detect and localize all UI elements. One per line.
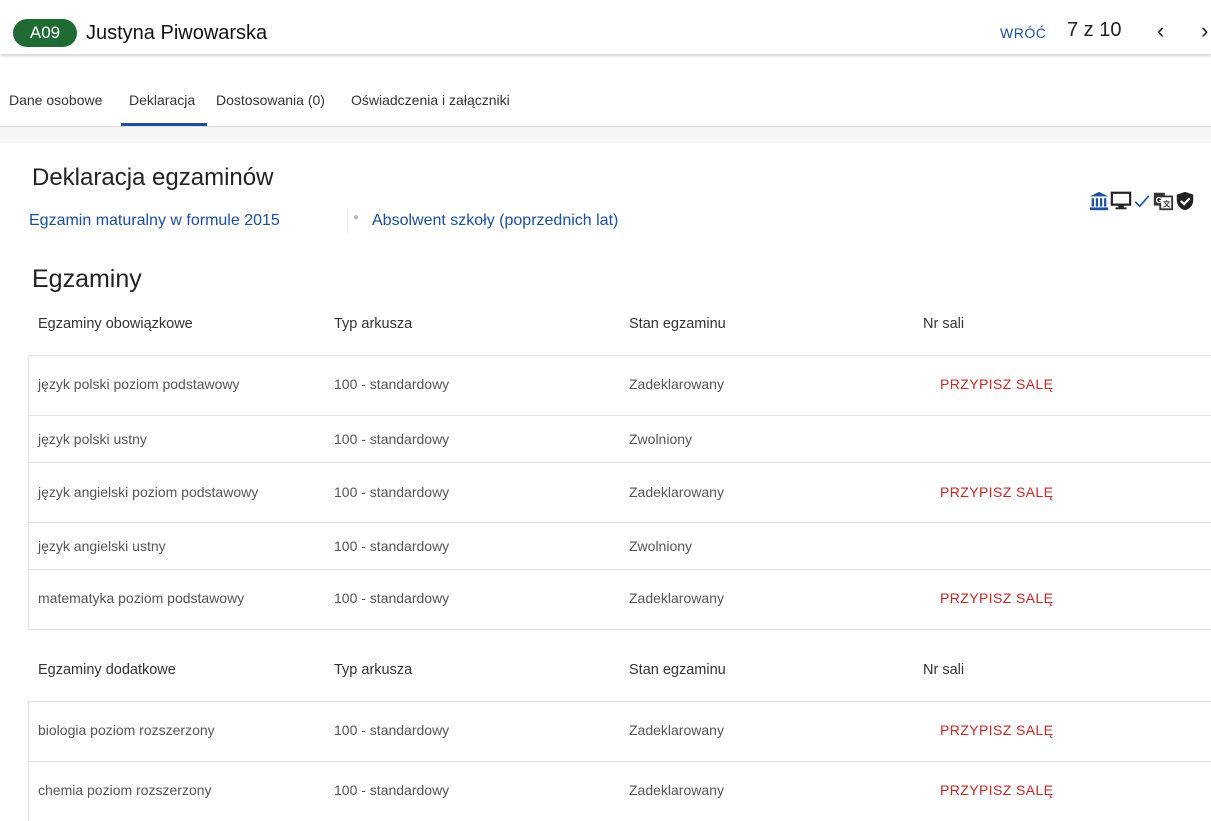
column-header-room: Nr sali	[923, 662, 965, 678]
assign-room-button[interactable]: PRZYPISZ SALĘ	[940, 484, 1053, 500]
assign-room-button[interactable]: PRZYPISZ SALĘ	[940, 722, 1053, 738]
cell-sheet-type: 100 - standardowy	[334, 376, 450, 392]
tab-bar: Dane osobowe Deklaracja Dostosowania (0)…	[0, 82, 1211, 127]
cell-subject: język polski ustny	[38, 431, 147, 447]
cell-subject: język polski poziom podstawowy	[38, 376, 240, 392]
cell-subject: chemia poziom rozszerzony	[38, 782, 212, 798]
table-row: język angielski poziom podstawowy 100 - …	[28, 463, 1211, 523]
column-header-room: Nr sali	[923, 316, 965, 332]
cell-exam-status: Zadeklarowany	[629, 782, 724, 798]
cell-exam-status: Zadeklarowany	[629, 484, 724, 500]
svg-text:G: G	[1156, 196, 1162, 205]
column-header-subject: Egzaminy dodatkowe	[38, 662, 176, 678]
table-row: język polski ustny 100 - standardowy Zwo…	[28, 416, 1211, 463]
cell-subject: język angielski ustny	[38, 538, 166, 554]
bank-icon	[1089, 191, 1109, 211]
table-row: język polski poziom podstawowy 100 - sta…	[28, 356, 1211, 416]
back-button[interactable]: WRÓĆ	[1000, 25, 1046, 41]
table-row: matematyka poziom podstawowy 100 - stand…	[28, 570, 1211, 630]
cell-exam-status: Zadeklarowany	[629, 376, 724, 392]
active-tab-indicator	[121, 123, 207, 126]
cell-subject: biologia poziom rozszerzony	[38, 722, 215, 738]
column-header-subject: Egzaminy obowiązkowe	[38, 316, 193, 332]
cell-exam-status: Zadeklarowany	[629, 722, 724, 738]
table-header: Egzaminy dodatkowe Typ arkusza Stan egza…	[28, 643, 1211, 702]
cell-sheet-type: 100 - standardowy	[334, 431, 450, 447]
mandatory-exams-table: Egzaminy obowiązkowe Typ arkusza Stan eg…	[28, 297, 1211, 630]
tab-declaration[interactable]: Deklaracja	[129, 92, 195, 108]
separator-dot: ●	[353, 212, 360, 223]
svg-text:文: 文	[1162, 200, 1171, 209]
cell-exam-status: Zwolniony	[629, 538, 693, 554]
cell-exam-status: Zwolniony	[629, 431, 693, 447]
candidate-type-link[interactable]: Absolwent szkoły (poprzednich lat)	[372, 208, 618, 234]
tab-statements-attachments[interactable]: Oświadczenia i załączniki	[351, 92, 510, 108]
assign-room-button[interactable]: PRZYPISZ SALĘ	[940, 590, 1053, 606]
cell-subject: matematyka poziom podstawowy	[38, 590, 245, 606]
table-header: Egzaminy obowiązkowe Typ arkusza Stan eg…	[28, 297, 1211, 356]
table-row: język angielski ustny 100 - standardowy …	[28, 523, 1211, 570]
tab-personal-data[interactable]: Dane osobowe	[9, 92, 102, 108]
column-header-sheet-type: Typ arkusza	[334, 662, 413, 678]
column-header-exam-status: Stan egzaminu	[629, 662, 726, 678]
cell-subject: język angielski poziom podstawowy	[38, 484, 259, 500]
assign-room-button[interactable]: PRZYPISZ SALĘ	[940, 376, 1053, 392]
declaration-title: Deklaracja egzaminów	[32, 164, 274, 191]
record-counter: 7 z 10	[1067, 19, 1122, 41]
column-header-sheet-type: Typ arkusza	[334, 316, 413, 332]
chevron-left-icon[interactable]: ‹	[1157, 18, 1164, 44]
column-header-exam-status: Stan egzaminu	[629, 316, 726, 332]
shield-check-icon	[1176, 191, 1194, 211]
cell-sheet-type: 100 - standardowy	[334, 590, 450, 606]
additional-exams-table: Egzaminy dodatkowe Typ arkusza Stan egza…	[28, 643, 1211, 821]
table-row: chemia poziom rozszerzony 100 - standard…	[28, 762, 1211, 821]
exams-section-title: Egzaminy	[32, 265, 142, 293]
cell-exam-status: Zadeklarowany	[629, 590, 724, 606]
assign-room-button[interactable]: PRZYPISZ SALĘ	[940, 782, 1053, 798]
cell-sheet-type: 100 - standardowy	[334, 722, 450, 738]
divider-band	[0, 127, 1211, 143]
translate-icon: G 文	[1153, 192, 1174, 211]
candidate-code-badge: A09	[13, 19, 77, 47]
candidate-name: Justyna Piwowarska	[86, 22, 268, 44]
cell-sheet-type: 100 - standardowy	[334, 782, 450, 798]
tab-accommodations[interactable]: Dostosowania (0)	[216, 92, 325, 108]
top-bar: A09 Justyna Piwowarska WRÓĆ 7 z 10 ‹ ›	[0, 10, 1211, 54]
cell-sheet-type: 100 - standardowy	[334, 484, 450, 500]
presentation-icon	[1110, 191, 1132, 210]
cell-sheet-type: 100 - standardowy	[334, 538, 450, 554]
table-row: biologia poziom rozszerzony 100 - standa…	[28, 702, 1211, 762]
chevron-right-icon[interactable]: ›	[1201, 18, 1208, 44]
exam-type-link[interactable]: Egzamin maturalny w formule 2015	[29, 208, 348, 234]
checkmark-icon	[1134, 195, 1150, 208]
